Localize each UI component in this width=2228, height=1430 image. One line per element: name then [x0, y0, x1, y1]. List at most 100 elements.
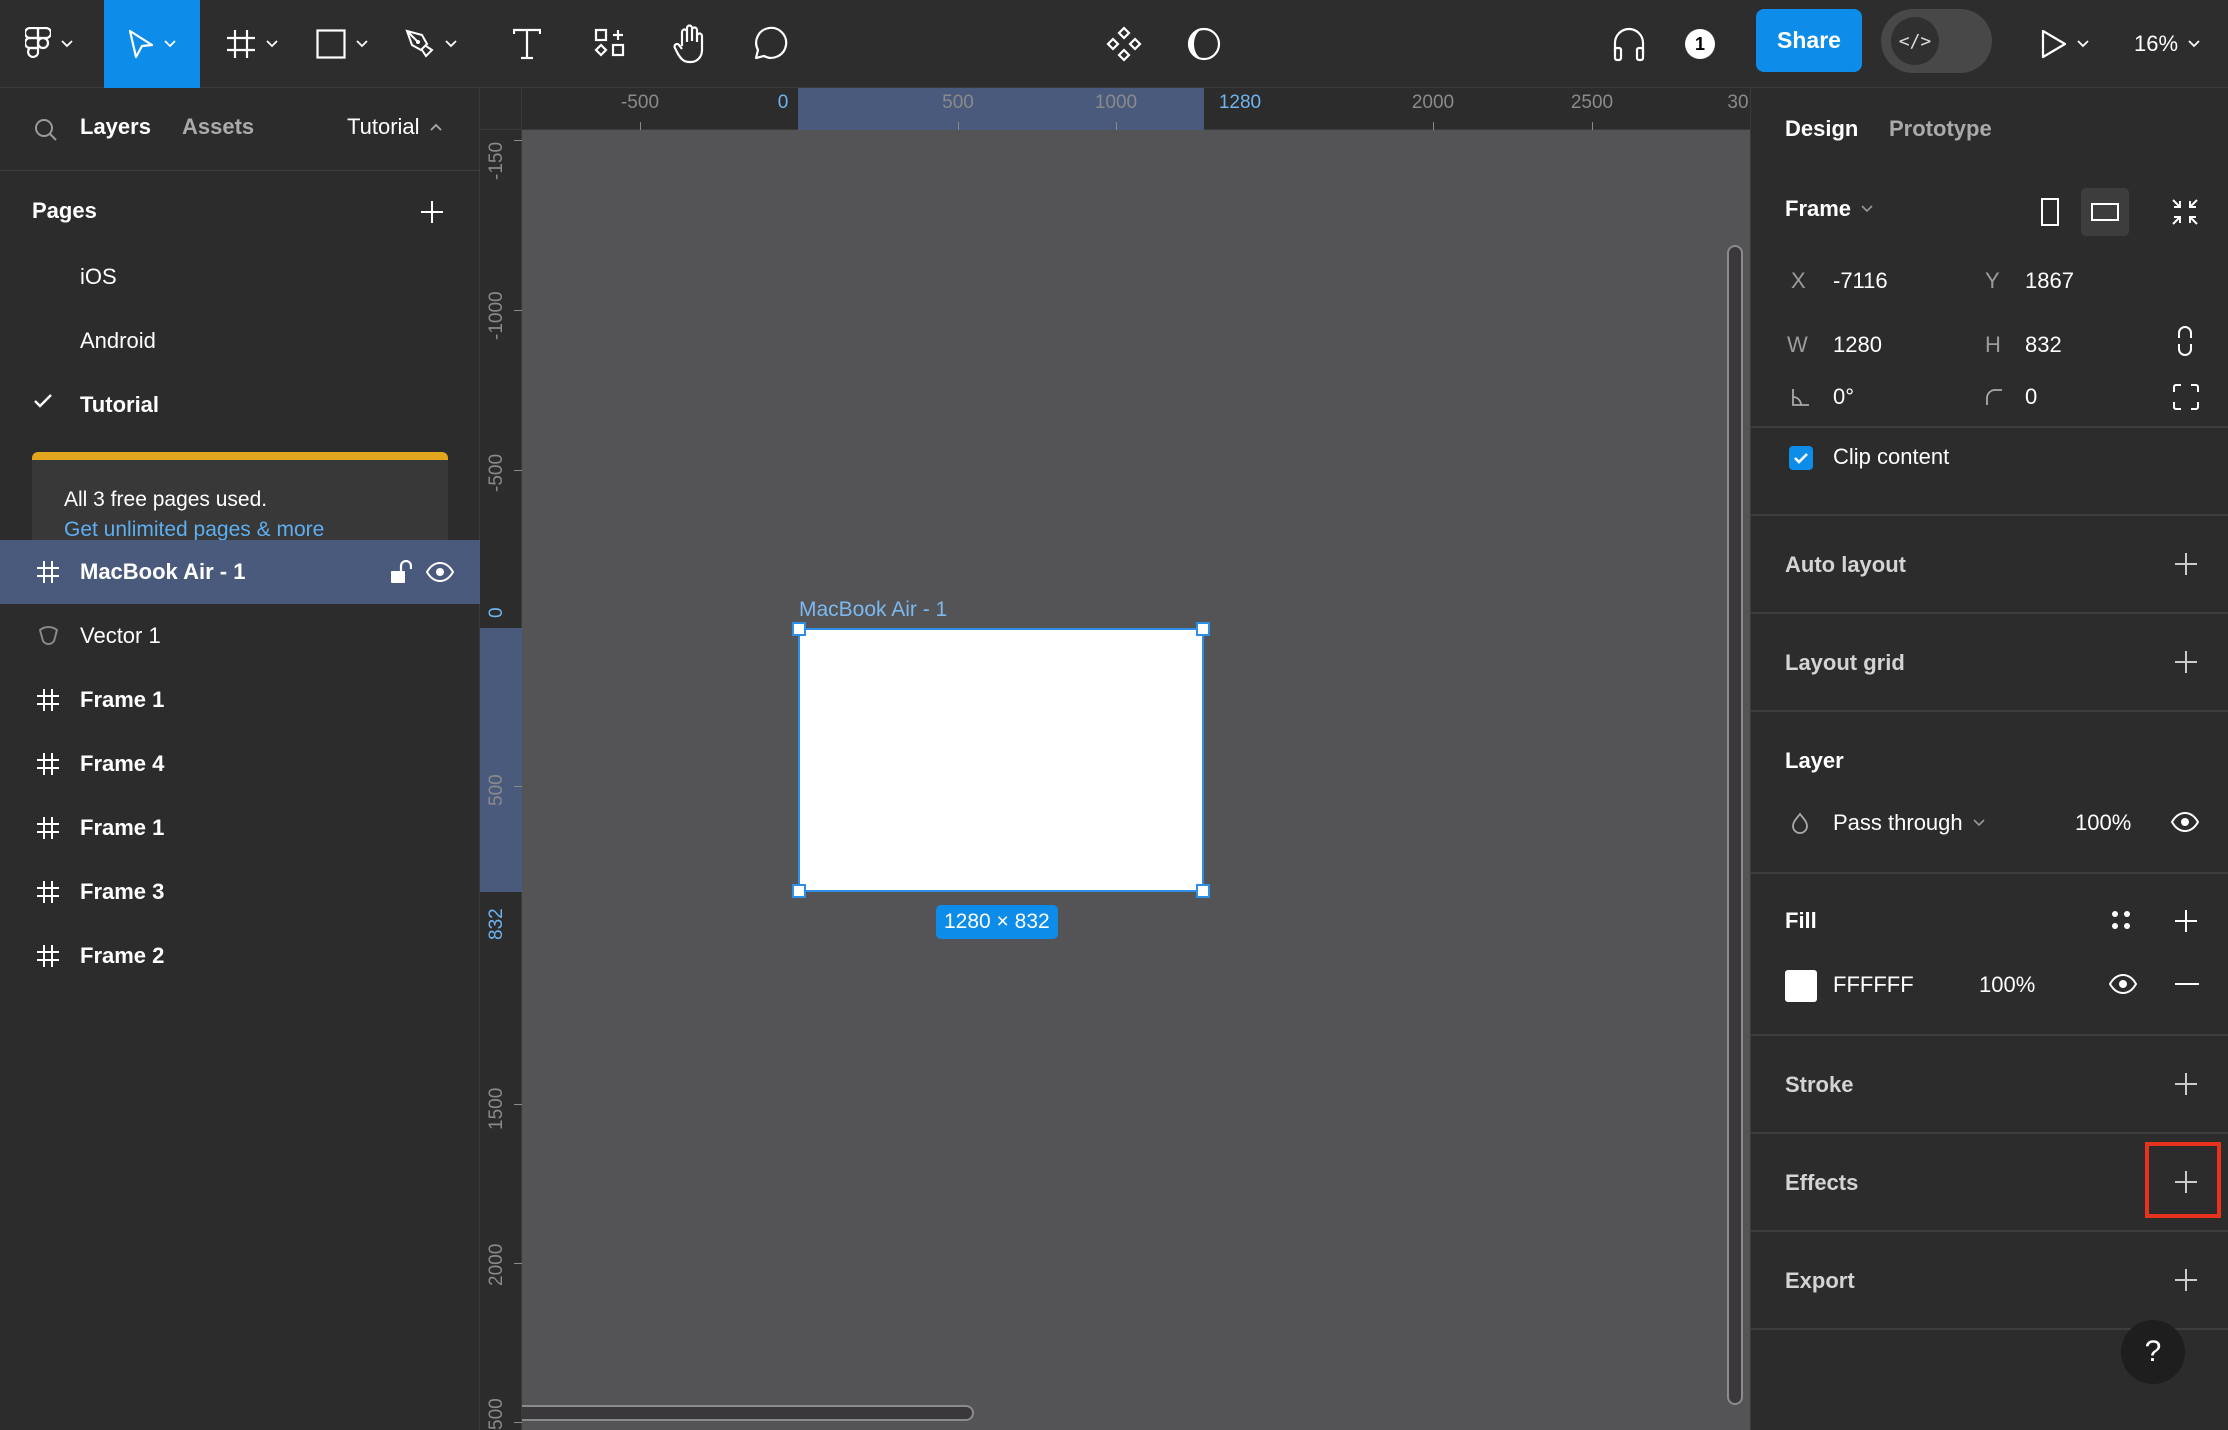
page-selector[interactable]: Tutorial	[347, 114, 442, 140]
present-button[interactable]	[2030, 0, 2100, 88]
add-auto-layout-icon[interactable]	[2171, 549, 2201, 579]
page-item-android[interactable]: Android	[80, 328, 156, 354]
shape-tool-button[interactable]	[300, 0, 384, 88]
ruler-tick	[514, 140, 522, 141]
avatar-initial: 1	[1685, 29, 1715, 59]
resize-handle-top-left[interactable]	[792, 622, 806, 636]
blend-mode-dropdown[interactable]: Pass through	[1833, 810, 1985, 836]
add-export-icon[interactable]	[2171, 1265, 2201, 1295]
unlock-icon[interactable]	[390, 560, 412, 584]
audio-button[interactable]	[1600, 0, 1658, 88]
share-button[interactable]: Share	[1756, 9, 1862, 72]
tab-design[interactable]: Design	[1785, 116, 1858, 142]
portrait-icon	[2041, 198, 2059, 226]
hand-tool-button[interactable]	[660, 0, 720, 88]
layer-row[interactable]: Frame 1	[0, 668, 480, 732]
tab-layers[interactable]: Layers	[80, 114, 151, 140]
left-panel-tabs: Layers Assets Tutorial	[0, 88, 480, 171]
layer-row[interactable]: Vector 1	[0, 604, 480, 668]
dev-mode-toggle[interactable]: </>	[1881, 9, 1992, 73]
landscape-button[interactable]	[2081, 188, 2129, 236]
y-input[interactable]: 1867	[2025, 268, 2074, 294]
styles-icon[interactable]	[2111, 910, 2131, 930]
vertical-scrollbar[interactable]	[1727, 245, 1743, 1405]
rotation-input[interactable]: 0°	[1833, 384, 1854, 410]
layer-row[interactable]: MacBook Air - 1	[0, 540, 480, 604]
resize-handle-bottom-right[interactable]	[1196, 884, 1210, 898]
fill-opacity-input[interactable]: 100%	[1979, 972, 2035, 998]
text-tool-button[interactable]	[500, 0, 554, 88]
divider	[1751, 872, 2228, 874]
chevron-down-icon	[1861, 205, 1873, 213]
frame-tool-button[interactable]	[212, 0, 292, 88]
eye-icon[interactable]	[2171, 812, 2199, 832]
remove-fill-icon[interactable]	[2175, 982, 2199, 986]
ruler-tick-label: 0	[777, 92, 789, 113]
layer-row[interactable]: Frame 4	[0, 732, 480, 796]
search-icon[interactable]	[34, 118, 58, 142]
layer-label: Vector 1	[80, 623, 161, 648]
frame-type-dropdown[interactable]: Frame	[1785, 196, 1873, 222]
selected-frame[interactable]	[798, 628, 1204, 892]
ruler-corner	[480, 88, 522, 130]
page-item-tutorial[interactable]: Tutorial	[80, 392, 159, 418]
chevron-up-icon	[429, 123, 442, 131]
pen-tool-button[interactable]	[386, 0, 476, 88]
resize-to-fit-icon[interactable]	[2171, 198, 2199, 226]
resize-handle-top-right[interactable]	[1196, 622, 1210, 636]
horizontal-scrollbar[interactable]	[522, 1405, 974, 1421]
left-panel: Layers Assets Tutorial Pages iOS Android…	[0, 88, 480, 1430]
layer-row[interactable]: Frame 1	[0, 796, 480, 860]
resize-handle-bottom-left[interactable]	[792, 884, 806, 898]
page-item-ios[interactable]: iOS	[80, 264, 117, 290]
corner-radius-input[interactable]: 0	[2025, 384, 2037, 410]
frame-icon	[37, 561, 59, 583]
layer-label: Frame 1	[80, 815, 165, 840]
add-stroke-icon[interactable]	[2171, 1069, 2201, 1099]
add-layout-grid-icon[interactable]	[2171, 647, 2201, 677]
eye-icon[interactable]	[426, 562, 454, 582]
frame-icon	[37, 817, 59, 839]
clip-content-checkbox[interactable]	[1789, 446, 1813, 470]
independent-corners-icon[interactable]	[2173, 384, 2199, 410]
ruler-tick	[514, 1422, 522, 1423]
text-icon	[513, 28, 541, 60]
tab-assets[interactable]: Assets	[182, 114, 254, 140]
tab-prototype[interactable]: Prototype	[1889, 116, 1992, 142]
components-button[interactable]	[1100, 0, 1148, 88]
zoom-dropdown[interactable]: 16%	[2134, 0, 2200, 88]
fill-color-swatch[interactable]	[1785, 970, 1817, 1002]
add-fill-icon[interactable]	[2171, 906, 2201, 936]
contrast-button[interactable]	[1180, 0, 1228, 88]
ruler-selection-highlight	[480, 628, 522, 892]
fill-hex-input[interactable]: FFFFFF	[1833, 972, 1914, 998]
canvas[interactable]: MacBook Air - 1 1280 × 832	[522, 130, 1750, 1430]
divider	[1751, 612, 2228, 614]
resources-button[interactable]	[580, 0, 640, 88]
effects-section-title: Effects	[1785, 1170, 1859, 1195]
layer-row[interactable]: Frame 3	[0, 860, 480, 924]
move-tool-button[interactable]	[104, 0, 200, 88]
portrait-button[interactable]	[2033, 192, 2067, 232]
ruler-tick-label: 500	[486, 1398, 507, 1430]
add-page-icon[interactable]	[420, 200, 444, 224]
help-button[interactable]: ?	[2121, 1320, 2185, 1384]
comment-tool-button[interactable]	[740, 0, 800, 88]
ruler-tick-label: 1000	[1094, 92, 1138, 113]
w-input[interactable]: 1280	[1833, 332, 1882, 358]
size-badge: 1280 × 832	[936, 905, 1058, 939]
layer-row[interactable]: Frame 2	[0, 924, 480, 988]
ruler-tick-label: 832	[486, 908, 507, 940]
chevron-down-icon	[356, 40, 368, 48]
frame-name-label[interactable]: MacBook Air - 1	[799, 598, 947, 622]
ruler-top: -500 0 500 1000 1280 2000 2500 30	[480, 88, 1750, 130]
upgrade-link[interactable]: Get unlimited pages & more	[64, 518, 324, 542]
constrain-proportions-icon[interactable]	[2177, 326, 2193, 356]
eye-icon[interactable]	[2109, 974, 2137, 994]
main-menu-button[interactable]	[14, 0, 84, 88]
layer-opacity-input[interactable]: 100%	[2075, 810, 2131, 836]
x-input[interactable]: -7116	[1833, 268, 1888, 294]
user-avatar[interactable]: 1	[1680, 0, 1720, 88]
upgrade-notice-text: All 3 free pages used.	[64, 488, 268, 511]
h-input[interactable]: 832	[2025, 332, 2062, 358]
